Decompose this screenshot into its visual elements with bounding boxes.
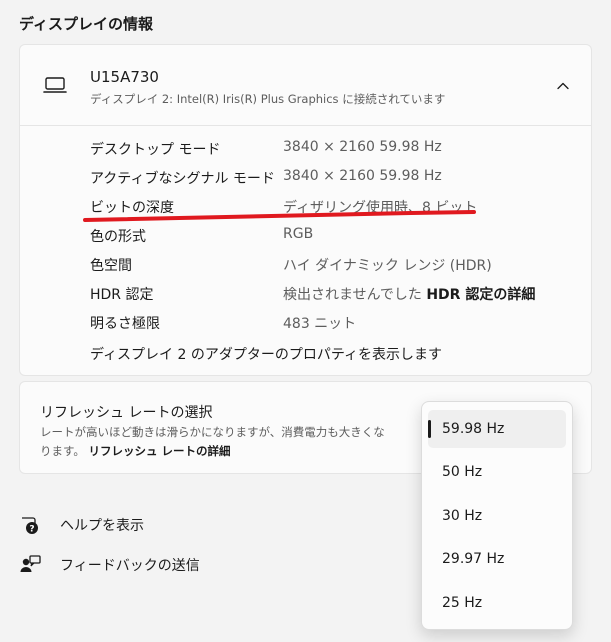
info-value: 3840 × 2160 59.98 Hz (283, 139, 442, 155)
refresh-rate-title: リフレッシュ レートの選択 (40, 405, 213, 421)
info-label: HDR 認定 (90, 287, 154, 303)
refresh-option-29-97[interactable]: 29.97 Hz (428, 540, 566, 578)
display-info-card: U15A730 ディスプレイ 2: Intel(R) Iris(R) Plus … (19, 44, 592, 376)
device-subtitle: ディスプレイ 2: Intel(R) Iris(R) Plus Graphics… (90, 92, 446, 106)
display-info-header[interactable]: U15A730 ディスプレイ 2: Intel(R) Iris(R) Plus … (20, 45, 591, 126)
hdr-status: 検出されませんでした (283, 287, 422, 303)
feedback-icon (19, 554, 41, 576)
help-icon: ? (19, 514, 41, 536)
red-annotation-underline (83, 210, 476, 222)
info-value: ハイ ダイナミック レンジ (HDR) (283, 258, 492, 274)
info-value: 483 ニット (283, 316, 357, 332)
info-value: 検出されませんでした HDR 認定の詳細 (283, 284, 535, 304)
info-label: アクティブなシグナル モード (90, 171, 275, 187)
refresh-option-25[interactable]: 25 Hz (428, 584, 566, 622)
refresh-desc-line1: レートが高いほど動きは滑らかになりますが、消費電力も大きくな (40, 425, 385, 439)
svg-text:?: ? (29, 525, 34, 535)
refresh-rate-description: レートが高いほど動きは滑らかになりますが、消費電力も大きくな ります。 リフレッ… (40, 423, 385, 461)
feedback-label: フィードバックの送信 (60, 558, 200, 574)
info-value: RGB (283, 226, 314, 242)
chevron-up-icon[interactable] (550, 75, 576, 97)
refresh-rate-dropdown[interactable]: 59.98 Hz 50 Hz 30 Hz 29.97 Hz 25 Hz (421, 401, 573, 630)
laptop-icon (42, 75, 68, 95)
help-link[interactable]: ? ヘルプを表示 (19, 513, 144, 537)
refresh-option-59-98[interactable]: 59.98 Hz (428, 410, 566, 448)
refresh-option-50[interactable]: 50 Hz (428, 453, 566, 491)
device-name: U15A730 (90, 68, 159, 86)
adapter-properties-link[interactable]: ディスプレイ 2 のアダプターのプロパティを表示します (90, 344, 442, 364)
info-label: 明るさ極限 (90, 316, 160, 332)
section-title: ディスプレイの情報 (19, 15, 153, 33)
info-label: 色の形式 (90, 229, 146, 245)
info-value: 3840 × 2160 59.98 Hz (283, 168, 442, 184)
refresh-desc-line2: ります。 (40, 444, 85, 458)
info-label: デスクトップ モード (90, 142, 221, 158)
refresh-rate-details-link[interactable]: リフレッシュ レートの詳細 (89, 444, 231, 458)
info-label: 色空間 (90, 258, 132, 274)
hdr-details-link[interactable]: HDR 認定の詳細 (426, 287, 535, 303)
help-label: ヘルプを表示 (60, 518, 144, 534)
feedback-link[interactable]: フィードバックの送信 (19, 553, 200, 577)
refresh-option-30[interactable]: 30 Hz (428, 497, 566, 535)
